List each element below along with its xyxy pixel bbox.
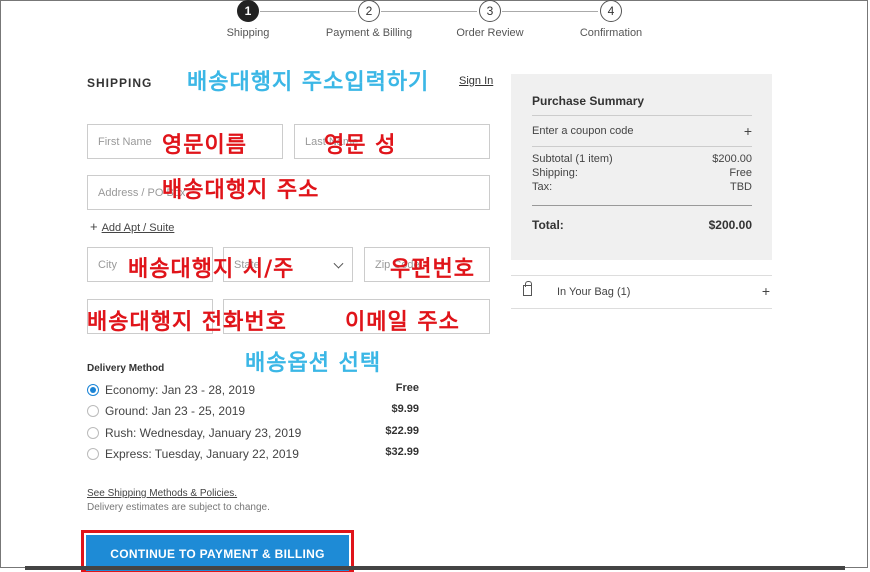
step-1-label: Shipping [226,27,270,39]
delivery-price: $32.99 [385,446,419,458]
divider [532,146,752,147]
subtotal-value: $200.00 [712,153,752,165]
signin-link-text[interactable]: Sign In [459,75,493,87]
checkout-progress: 1 2 3 4 Shipping Payment & Billing Order… [0,0,870,45]
coupon-row[interactable]: Enter a coupon code + [532,123,752,139]
annotation-phone: 배송대행지 전화번호 [87,310,287,335]
step-4-label: Confirmation [579,27,643,39]
annotation-email: 이메일 주소 [345,310,460,335]
delivery-method-title: Delivery Method [87,363,165,374]
coupon-plus-icon[interactable]: + [744,123,752,139]
delivery-price: Free [395,382,419,394]
tax-row: Tax: TBD [532,181,752,193]
annotation-first-name: 영문이름 [162,133,247,158]
delivery-option-ground[interactable]: Ground: Jan 23 - 25, 2019 [87,404,245,418]
in-your-bag-row[interactable]: In Your Bag (1) + [511,276,772,308]
step-2-label: Payment & Billing [325,27,413,39]
shipping-policies-link[interactable]: See Shipping Methods & Policies. [87,488,237,499]
signin-link[interactable]: Sign In [459,75,493,87]
total-value: $200.00 [708,218,752,232]
delivery-option-label: Rush: Wednesday, January 23, 2019 [105,426,302,440]
bag-label: In Your Bag (1) [557,286,631,298]
tax-label: Tax: [532,181,553,193]
tax-value: TBD [730,181,752,193]
subtotal-row: Subtotal (1 item) $200.00 [532,153,752,165]
purchase-summary: Purchase Summary Enter a coupon code + S… [511,74,772,260]
step-3-label: Order Review [456,27,524,39]
plus-icon: + [90,219,98,234]
delivery-option-label: Economy: Jan 23 - 28, 2019 [105,383,256,397]
bottom-bar [25,566,845,570]
delivery-option-express[interactable]: Express: Tuesday, January 22, 2019 [87,447,299,461]
annotation-city-state: 배송대행지 시/주 [128,257,295,282]
total-row: Total: $200.00 [532,218,752,232]
radio-selected-icon[interactable] [87,384,99,396]
delivery-option-label: Ground: Jan 23 - 25, 2019 [105,404,246,418]
annotation-address: 배송대행지 주소 [162,178,320,203]
shipping-value: Free [729,167,752,179]
delivery-option-label: Express: Tuesday, January 22, 2019 [105,447,299,461]
step-connector [381,11,477,12]
chevron-down-icon [333,258,344,269]
delivery-option-economy[interactable]: Economy: Jan 23 - 28, 2019 [87,383,255,397]
radio-icon[interactable] [87,448,99,460]
divider [511,308,772,309]
step-2-circle: 2 [358,0,380,22]
annotation-delivery: 배송옵션 선택 [245,351,382,376]
divider [532,205,752,206]
step-connector [502,11,598,12]
step-connector [260,11,356,12]
divider [532,115,752,116]
delivery-price: $9.99 [391,403,419,415]
add-apt-label: Add Apt / Suite [101,222,175,234]
delivery-option-rush[interactable]: Rush: Wednesday, January 23, 2019 [87,426,301,440]
first-name-placeholder: First Name [98,135,152,148]
step-3-circle: 3 [479,0,501,22]
radio-icon[interactable] [87,427,99,439]
subtotal-label: Subtotal (1 item) [532,153,613,165]
expand-plus-icon[interactable]: + [762,283,770,299]
annotation-last-name: 영문 성 [324,133,397,158]
add-apt-link[interactable]: + Add Apt / Suite [90,219,174,234]
step-4-circle: 4 [600,0,622,22]
coupon-label: Enter a coupon code [532,125,634,137]
shopping-bag-icon [523,281,532,296]
annotation-zip: 우편번호 [390,257,475,282]
shipping-row: Shipping: Free [532,167,752,179]
city-placeholder: City [98,258,117,271]
annotation-address-heading: 배송대행지 주소입력하기 [187,70,430,95]
step-1-circle: 1 [237,0,259,22]
delivery-note: Delivery estimates are subject to change… [87,502,270,513]
radio-icon[interactable] [87,405,99,417]
shipping-label: Shipping: [532,167,578,179]
total-label: Total: [532,218,564,232]
shipping-title: SHIPPING [87,76,153,90]
delivery-price: $22.99 [385,425,419,437]
summary-title: Purchase Summary [532,94,645,108]
